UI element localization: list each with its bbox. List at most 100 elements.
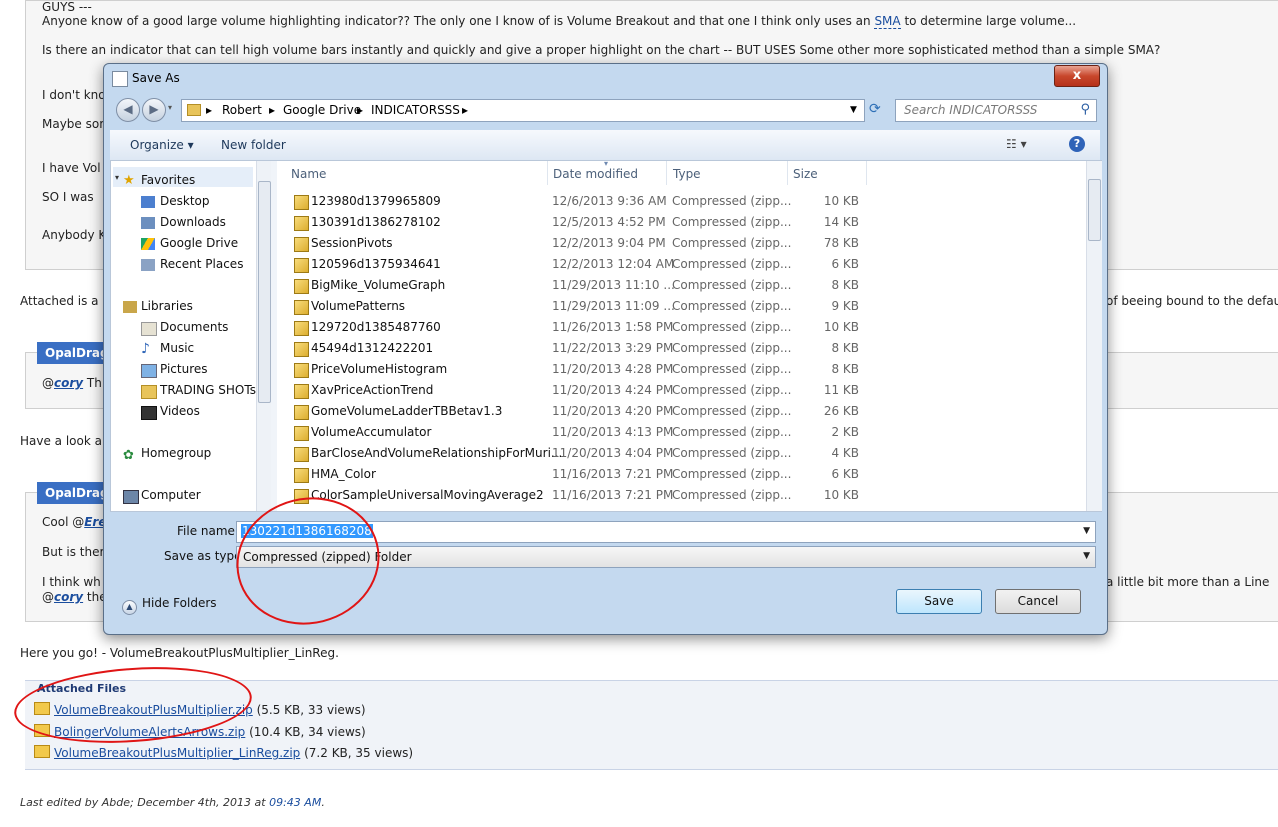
sma-link[interactable]: SMA <box>874 14 901 29</box>
forward-arrow-icon[interactable]: ▶ <box>142 98 166 122</box>
file-row[interactable]: SessionPivots 12/2/2013 9:04 PM Compressed… <box>277 233 1077 254</box>
view-options-icon[interactable]: ☷ ▾ <box>1006 137 1027 151</box>
post-line: SO I was <box>42 190 94 204</box>
file-row[interactable]: BarCloseAndVolumeRelationshipForMuri... 1… <box>277 443 1077 464</box>
nav-homegroup[interactable]: Homegroup <box>141 446 211 460</box>
zip-folder-icon <box>294 447 309 462</box>
zip-folder-icon <box>294 405 309 420</box>
dialog-titlebar[interactable]: Save As x <box>104 64 1107 92</box>
file-row[interactable]: ColorSampleUniversalMovingAverage2 11/16/… <box>277 485 1077 506</box>
file-name-input[interactable]: 130221d1386168208 ▼ <box>236 521 1096 543</box>
zip-folder-icon <box>294 237 309 252</box>
column-name[interactable]: Name <box>291 167 326 181</box>
zip-folder-icon <box>294 195 309 210</box>
post-line: Attached is a <box>20 294 99 308</box>
save-as-dialog: Save As x ◀ ▶ ▾ ▸ Robert ▸ Google Drive … <box>103 63 1108 635</box>
post-line: of beeing bound to the defau <box>1106 294 1278 308</box>
mention-link[interactable]: cory <box>54 590 83 604</box>
attachment-link[interactable]: BolingerVolumeAlertsArrows.zip <box>54 725 245 739</box>
libraries-icon <box>123 301 137 313</box>
file-row[interactable]: VolumePatterns 11/29/2013 11:09 ... Compre… <box>277 296 1077 317</box>
file-row[interactable]: HMA_Color 11/16/2013 7:21 PM Compressed (z… <box>277 464 1077 485</box>
nav-recent-places[interactable]: Recent Places <box>160 257 243 271</box>
homegroup-icon: ✿ <box>123 448 134 463</box>
google-drive-icon <box>141 238 155 250</box>
videos-icon <box>141 406 157 420</box>
zip-folder-icon <box>294 258 309 273</box>
post-line: Anyone know of a good large volume highl… <box>42 14 1077 29</box>
file-name-label: File name: <box>177 524 239 538</box>
file-row[interactable]: PriceVolumeHistogram 11/20/2013 4:28 PM Co… <box>277 359 1077 380</box>
pictures-icon <box>141 364 157 378</box>
back-arrow-icon[interactable]: ◀ <box>116 98 140 122</box>
zip-icon <box>34 745 50 758</box>
save-type-select[interactable]: Compressed (zipped) Folder ▼ <box>236 546 1096 568</box>
file-row[interactable]: 45494d1312422201 11/22/2013 3:29 PM Compre… <box>277 338 1077 359</box>
cancel-button[interactable]: Cancel <box>995 589 1081 614</box>
post-line: Is there an indicator that can tell high… <box>42 43 1161 57</box>
file-row[interactable]: 120596d1375934641 12/2/2013 12:04 AM Compr… <box>277 254 1077 275</box>
close-button[interactable]: x <box>1054 65 1100 87</box>
edited-time-link[interactable]: 09:43 AM <box>269 796 321 809</box>
file-row[interactable]: 129720d1385487760 11/26/2013 1:58 PM Compr… <box>277 317 1077 338</box>
nav-trading-shots[interactable]: TRADING SHOTs <box>160 383 256 397</box>
folder-icon <box>187 104 201 116</box>
hide-folders-button[interactable]: ▲ Hide Folders <box>122 596 217 615</box>
nav-desktop[interactable]: Desktop <box>160 194 210 208</box>
search-icon[interactable]: ⚲ <box>1080 102 1090 117</box>
nav-libraries[interactable]: Libraries <box>141 299 193 313</box>
save-button[interactable]: Save <box>896 589 982 614</box>
nav-pictures[interactable]: Pictures <box>160 362 208 376</box>
history-chevron-icon[interactable]: ▾ <box>168 103 172 112</box>
chevron-down-icon[interactable]: ▼ <box>1083 526 1090 536</box>
file-row[interactable]: XavPriceActionTrend 11/20/2013 4:24 PM Com… <box>277 380 1077 401</box>
search-input[interactable]: Search INDICATORSSS ⚲ <box>895 99 1097 122</box>
file-row[interactable]: BigMike_VolumeGraph 11/29/2013 11:10 ... C… <box>277 275 1077 296</box>
attachment-link[interactable]: VolumeBreakoutPlusMultiplier.zip <box>54 703 253 717</box>
dialog-title: Save As <box>132 71 180 85</box>
new-folder-button[interactable]: New folder <box>221 138 286 152</box>
breadcrumb-indicatorsss[interactable]: INDICATORSSS <box>371 103 460 117</box>
chevron-down-icon[interactable]: ▼ <box>1083 551 1090 561</box>
star-icon: ★ <box>123 173 135 188</box>
file-name-value: 130221d1386168208 <box>241 524 373 538</box>
file-row[interactable]: 123980d1379965809 12/6/2013 9:36 AM Compre… <box>277 191 1077 212</box>
zip-folder-icon <box>294 342 309 357</box>
post-line: I think wh <box>42 575 101 589</box>
refresh-icon[interactable]: ⟳ <box>869 101 885 117</box>
column-type[interactable]: Type <box>673 167 701 181</box>
attachment-link[interactable]: VolumeBreakoutPlusMultiplier_LinReg.zip <box>54 746 300 760</box>
nav-downloads[interactable]: Downloads <box>160 215 226 229</box>
help-icon[interactable]: ? <box>1069 136 1085 152</box>
mention-link[interactable]: cory <box>54 376 83 390</box>
file-row[interactable]: VolumeAccumulator 11/20/2013 4:13 PM Compr… <box>277 422 1077 443</box>
post-line: Maybe som <box>42 117 111 131</box>
column-size[interactable]: Size <box>793 167 818 181</box>
chevron-right-icon[interactable]: ▸ <box>206 103 212 117</box>
command-toolbar: Organize ▾ New folder ☷ ▾ ? <box>110 130 1100 161</box>
post-line: a little bit more than a Line <box>1106 575 1270 589</box>
nav-scrollbar-thumb[interactable] <box>258 181 271 403</box>
zip-folder-icon <box>294 216 309 231</box>
chevron-right-icon[interactable]: ▸ <box>462 103 468 117</box>
nav-documents[interactable]: Documents <box>160 320 228 334</box>
nav-computer[interactable]: Computer <box>141 488 201 502</box>
nav-google-drive[interactable]: Google Drive <box>160 236 238 250</box>
chevron-right-icon[interactable]: ▸ <box>357 103 363 117</box>
file-row[interactable]: GomeVolumeLadderTBBetav1.3 11/20/2013 4:2… <box>277 401 1077 422</box>
folder-icon <box>141 385 157 399</box>
expand-icon[interactable]: ▾ <box>115 173 119 182</box>
zip-folder-icon <box>294 489 309 504</box>
address-dropdown-icon[interactable]: ▼ <box>850 105 857 115</box>
file-row[interactable]: 130391d1386278102 12/5/2013 4:52 PM Compre… <box>277 212 1077 233</box>
breadcrumb-google-drive[interactable]: Google Drive <box>283 103 361 117</box>
organize-button[interactable]: Organize ▾ <box>130 138 194 152</box>
file-list-scrollbar-thumb[interactable] <box>1088 179 1101 241</box>
chevron-right-icon[interactable]: ▸ <box>269 103 275 117</box>
nav-music[interactable]: Music <box>160 341 194 355</box>
nav-favorites[interactable]: Favorites <box>141 173 195 187</box>
column-date-modified[interactable]: Date modified <box>553 167 638 181</box>
address-bar[interactable]: ▸ Robert ▸ Google Drive ▸ INDICATORSSS ▸… <box>181 99 865 122</box>
breadcrumb-robert[interactable]: Robert <box>222 103 262 117</box>
nav-videos[interactable]: Videos <box>160 404 200 418</box>
